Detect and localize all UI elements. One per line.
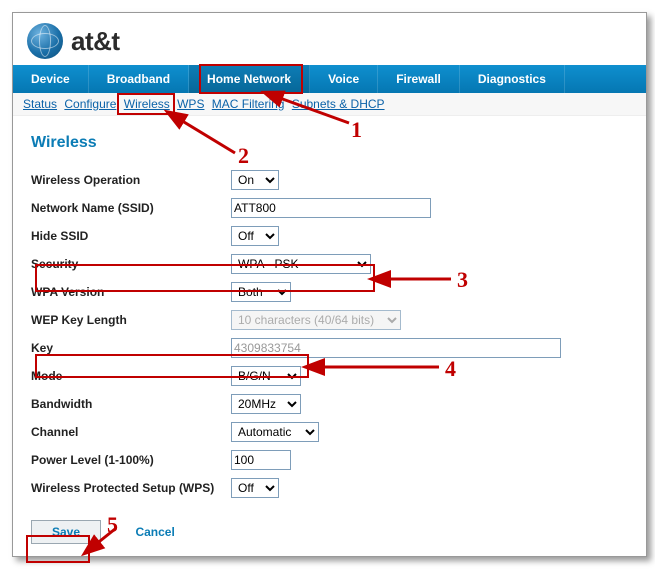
brand-header: at&t xyxy=(13,13,646,65)
annotation-number-4: 4 xyxy=(445,356,456,382)
subnav-status[interactable]: Status xyxy=(23,97,57,111)
label-security: Security xyxy=(31,257,231,271)
annotation-number-2: 2 xyxy=(238,143,249,169)
select-wireless-operation[interactable]: On xyxy=(231,170,279,190)
label-mode: Mode xyxy=(31,369,231,383)
annotation-number-5: 5 xyxy=(107,512,118,538)
subnav-mac-filtering[interactable]: MAC Filtering xyxy=(212,97,285,111)
subnav-subnets-dhcp[interactable]: Subnets & DHCP xyxy=(292,97,385,111)
att-globe-icon xyxy=(27,23,63,59)
main-tabs: Device Broadband Home Network Voice Fire… xyxy=(13,65,646,93)
label-wps: Wireless Protected Setup (WPS) xyxy=(31,481,231,495)
tab-diagnostics[interactable]: Diagnostics xyxy=(460,65,565,93)
page-title: Wireless xyxy=(31,134,628,152)
router-admin-panel: at&t Device Broadband Home Network Voice… xyxy=(12,12,647,557)
tab-device[interactable]: Device xyxy=(13,65,89,93)
select-wpa-version[interactable]: Both xyxy=(231,282,291,302)
input-power-level[interactable] xyxy=(231,450,291,470)
tab-broadband[interactable]: Broadband xyxy=(89,65,189,93)
label-power: Power Level (1-100%) xyxy=(31,453,231,467)
tab-home-network[interactable]: Home Network xyxy=(189,65,310,93)
annotation-number-3: 3 xyxy=(457,267,468,293)
subnav-wps[interactable]: WPS xyxy=(177,97,204,111)
subnav-wireless[interactable]: Wireless xyxy=(124,97,170,111)
label-wep-key-length: WEP Key Length xyxy=(31,313,231,327)
save-button[interactable]: Save xyxy=(31,520,101,544)
select-security[interactable]: WPA - PSK xyxy=(231,254,371,274)
content-area: Wireless Wireless Operation On Network N… xyxy=(13,116,646,514)
label-hide-ssid: Hide SSID xyxy=(31,229,231,243)
label-channel: Channel xyxy=(31,425,231,439)
label-wireless-operation: Wireless Operation xyxy=(31,173,231,187)
label-key: Key xyxy=(31,341,231,355)
input-key[interactable] xyxy=(231,338,561,358)
brand-text: at&t xyxy=(71,26,120,57)
label-bandwidth: Bandwidth xyxy=(31,397,231,411)
subnav: Status Configure Wireless WPS MAC Filter… xyxy=(13,93,646,116)
select-bandwidth[interactable]: 20MHz xyxy=(231,394,301,414)
label-wpa-version: WPA Version xyxy=(31,285,231,299)
label-ssid: Network Name (SSID) xyxy=(31,201,231,215)
select-channel[interactable]: Automatic xyxy=(231,422,319,442)
tab-voice[interactable]: Voice xyxy=(310,65,378,93)
cancel-button[interactable]: Cancel xyxy=(131,521,178,543)
select-wep-key-length: 10 characters (40/64 bits) xyxy=(231,310,401,330)
tab-firewall[interactable]: Firewall xyxy=(378,65,460,93)
select-wps[interactable]: Off xyxy=(231,478,279,498)
select-hide-ssid[interactable]: Off xyxy=(231,226,279,246)
annotation-number-1: 1 xyxy=(351,117,362,143)
select-mode[interactable]: B/G/N xyxy=(231,366,301,386)
subnav-configure[interactable]: Configure xyxy=(64,97,116,111)
input-ssid[interactable] xyxy=(231,198,431,218)
